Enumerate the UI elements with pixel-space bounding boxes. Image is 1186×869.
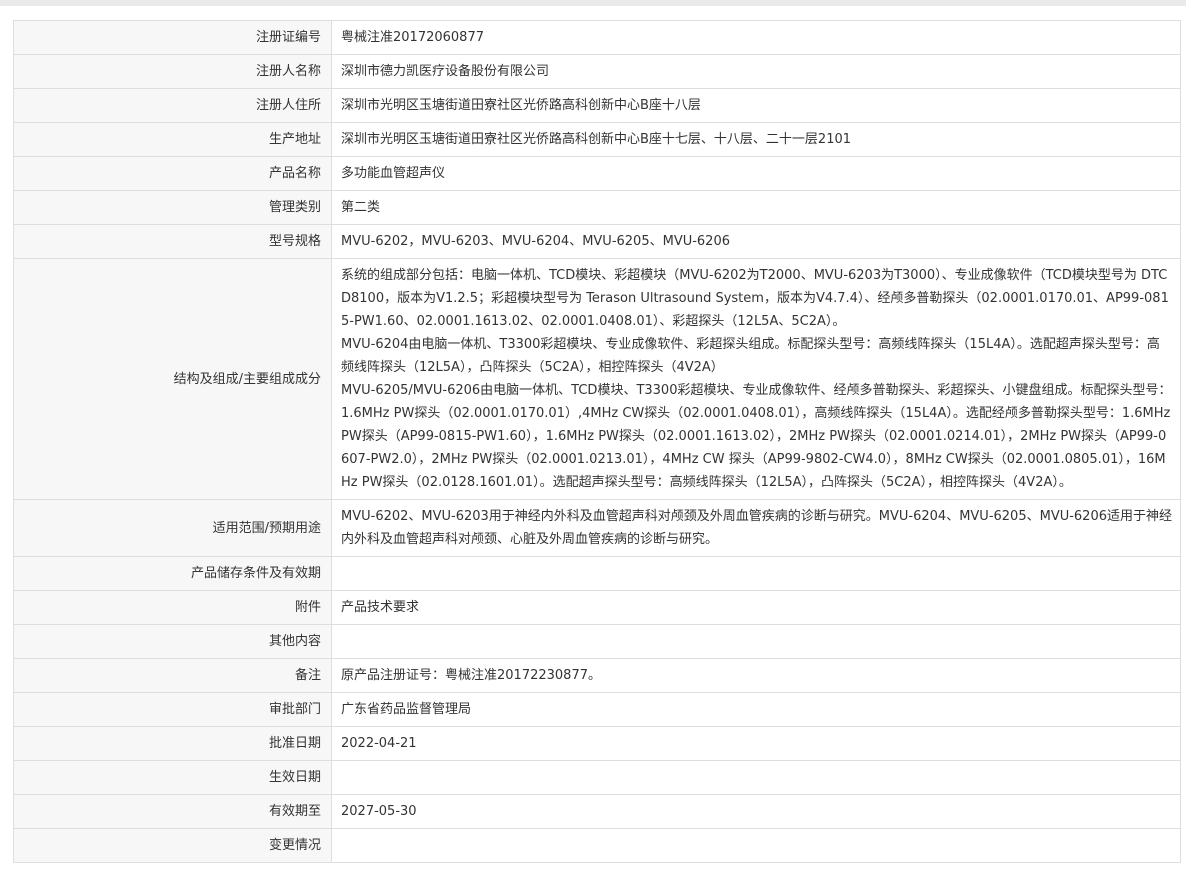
field-label-structure-composition: 结构及组成/主要组成成分 [13, 258, 332, 500]
field-value-registrant-name: 深圳市德力凯医疗设备股份有限公司 [331, 54, 1181, 89]
field-value-product-name: 多功能血管超声仪 [331, 156, 1181, 191]
field-label-registrant-address: 注册人住所 [13, 88, 332, 123]
table-row: 注册人住所 深圳市光明区玉塘街道田寮社区光侨路高科创新中心B座十八层 [13, 88, 1181, 123]
table-row: 管理类别 第二类 [13, 190, 1181, 225]
field-value-effective-date [331, 760, 1181, 795]
field-value-approval-date: 2022-04-21 [331, 726, 1181, 761]
field-value-other-content [331, 624, 1181, 659]
table-row: 审批部门 广东省药品监督管理局 [13, 692, 1181, 727]
table-row: 生产地址 深圳市光明区玉塘街道田寮社区光侨路高科创新中心B座十七层、十八层、二十… [13, 122, 1181, 157]
field-value-approval-department: 广东省药品监督管理局 [331, 692, 1181, 727]
field-label-change-status: 变更情况 [13, 828, 332, 863]
table-row: 变更情况 [13, 828, 1181, 863]
field-value-registration-number: 粤械注准20172060877 [331, 20, 1181, 55]
field-label-other-content: 其他内容 [13, 624, 332, 659]
table-row: 产品名称 多功能血管超声仪 [13, 156, 1181, 191]
table-row: 结构及组成/主要组成成分 系统的组成部分包括：电脑一体机、TCD模块、彩超模块（… [13, 258, 1181, 500]
table-row: 生效日期 [13, 760, 1181, 795]
field-label-approval-date: 批准日期 [13, 726, 332, 761]
field-label-approval-department: 审批部门 [13, 692, 332, 727]
field-label-effective-date: 生效日期 [13, 760, 332, 795]
field-value-production-address: 深圳市光明区玉塘街道田寮社区光侨路高科创新中心B座十七层、十八层、二十一层210… [331, 122, 1181, 157]
top-bar [0, 0, 1186, 6]
field-value-expiry-date: 2027-05-30 [331, 794, 1181, 829]
field-value-remarks: 原产品注册证号：粤械注准20172230877。 [331, 658, 1181, 693]
table-row: 注册证编号 粤械注准20172060877 [13, 20, 1181, 55]
field-label-management-category: 管理类别 [13, 190, 332, 225]
field-label-storage-validity: 产品储存条件及有效期 [13, 556, 332, 591]
table-row: 适用范围/预期用途 MVU-6202、MVU-6203用于神经内外科及血管超声科… [13, 499, 1181, 557]
table-row: 有效期至 2027-05-30 [13, 794, 1181, 829]
field-value-management-category: 第二类 [331, 190, 1181, 225]
table-row: 批准日期 2022-04-21 [13, 726, 1181, 761]
field-value-intended-use: MVU-6202、MVU-6203用于神经内外科及血管超声科对颅颈及外周血管疾病… [331, 499, 1181, 557]
field-label-remarks: 备注 [13, 658, 332, 693]
table-row: 其他内容 [13, 624, 1181, 659]
field-label-intended-use: 适用范围/预期用途 [13, 499, 332, 557]
field-label-registrant-name: 注册人名称 [13, 54, 332, 89]
field-value-storage-validity [331, 556, 1181, 591]
field-label-registration-number: 注册证编号 [13, 20, 332, 55]
field-value-model-spec: MVU-6202，MVU-6203、MVU-6204、MVU-6205、MVU-… [331, 224, 1181, 259]
table-row: 型号规格 MVU-6202，MVU-6203、MVU-6204、MVU-6205… [13, 224, 1181, 259]
registration-detail-table: 注册证编号 粤械注准20172060877 注册人名称 深圳市德力凯医疗设备股份… [13, 20, 1181, 863]
composition-paragraph: MVU-6204由电脑一体机、T3300彩超模块、专业成像软件、彩超探头组成。标… [341, 337, 1160, 375]
field-label-attachment: 附件 [13, 590, 332, 625]
field-label-expiry-date: 有效期至 [13, 794, 332, 829]
field-label-product-name: 产品名称 [13, 156, 332, 191]
table-row: 产品储存条件及有效期 [13, 556, 1181, 591]
table-row: 附件 产品技术要求 [13, 590, 1181, 625]
field-value-attachment: 产品技术要求 [331, 590, 1181, 625]
composition-paragraph: MVU-6205/MVU-6206由电脑一体机、TCD模块、T3300彩超模块、… [341, 383, 1172, 490]
table-row: 备注 原产品注册证号：粤械注准20172230877。 [13, 658, 1181, 693]
field-value-change-status [331, 828, 1181, 863]
composition-paragraph: 系统的组成部分包括：电脑一体机、TCD模块、彩超模块（MVU-6202为T200… [341, 268, 1169, 329]
table-row: 注册人名称 深圳市德力凯医疗设备股份有限公司 [13, 54, 1181, 89]
field-value-structure-composition: 系统的组成部分包括：电脑一体机、TCD模块、彩超模块（MVU-6202为T200… [331, 258, 1181, 500]
field-label-production-address: 生产地址 [13, 122, 332, 157]
field-label-model-spec: 型号规格 [13, 224, 332, 259]
field-value-registrant-address: 深圳市光明区玉塘街道田寮社区光侨路高科创新中心B座十八层 [331, 88, 1181, 123]
